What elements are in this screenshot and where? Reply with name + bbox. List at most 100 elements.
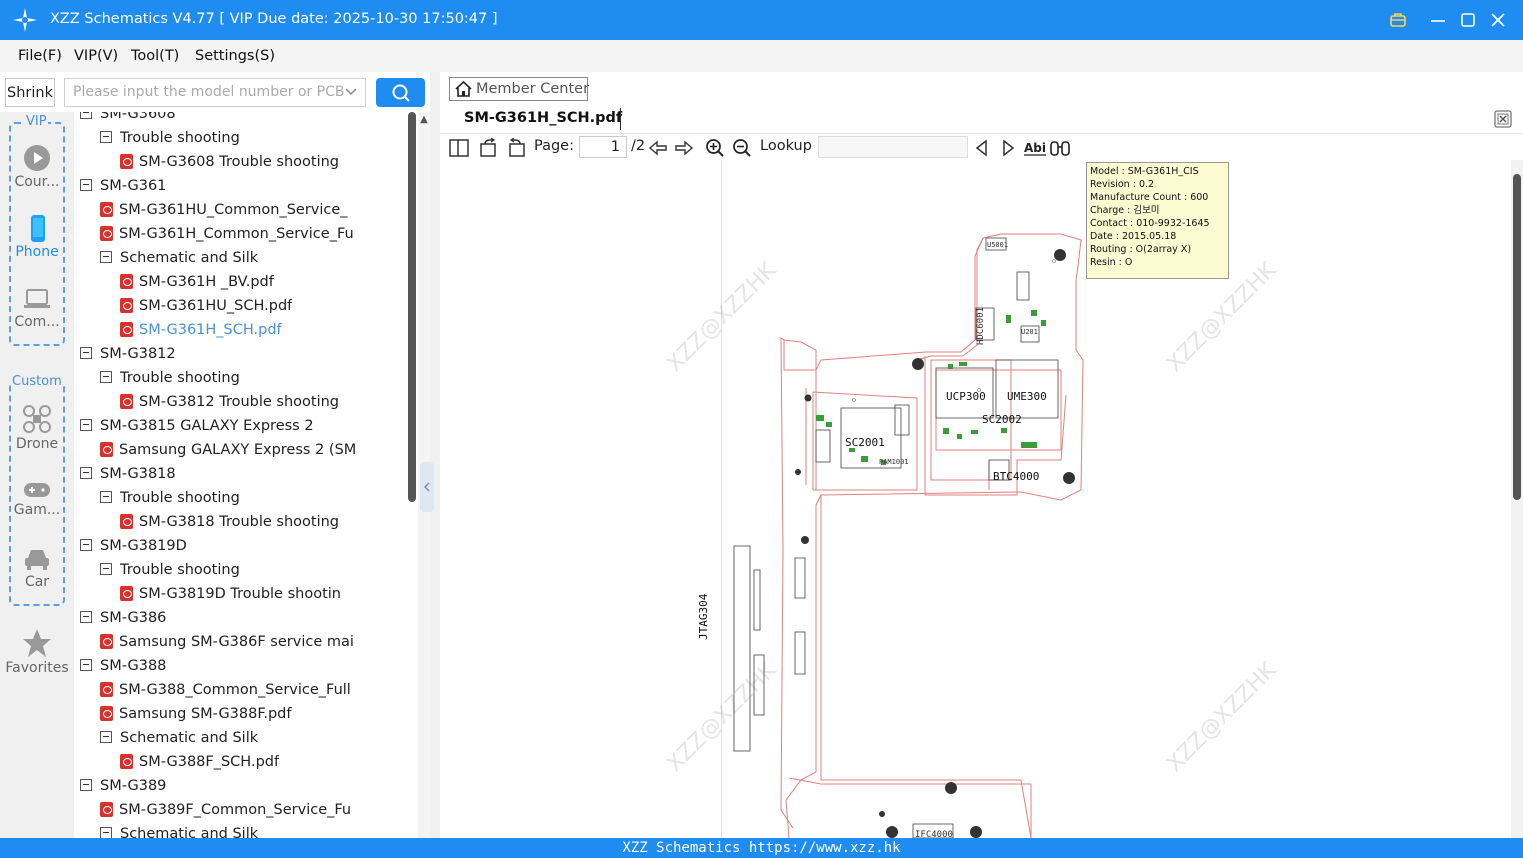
tree-file-item[interactable]: SM-G361H_Common_Service_Fu [100,224,354,244]
viewer-scrollbar-thumb[interactable] [1513,174,1521,500]
rail-item-game[interactable]: Gam... [0,480,74,518]
tree-folder-item[interactable]: SM-G3812 [80,344,176,364]
minimize-button[interactable] [1426,8,1450,32]
scroll-up-icon[interactable]: ▲ [418,114,430,126]
collapse-toggle-icon[interactable] [80,539,92,551]
collapse-toggle-icon[interactable] [80,112,92,119]
rail-item-car[interactable]: Car [0,546,74,590]
info-resin: Resin : O [1090,257,1133,268]
tree-file-item[interactable]: SM-G388_Common_Service_Full [100,680,351,700]
tree-file-item[interactable]: Samsung GALAXY Express 2 (SM [100,440,356,460]
collapse-toggle-icon[interactable] [80,179,92,191]
tree-file-item[interactable]: SM-G388F_SCH.pdf [120,752,279,772]
tree-folder-item[interactable]: Schematic and Silk [100,248,258,268]
close-tab-icon[interactable] [1494,110,1512,128]
prev-page-icon[interactable] [648,138,668,158]
tree-file-item[interactable]: SM-G3819D Trouble shootin [120,584,341,604]
tree-item-label: SM-G389F_Common_Service_Fu [119,802,352,818]
collapse-toggle-icon[interactable] [100,371,112,383]
tree-item-label: SM-G386 [100,610,167,626]
tree-file-item[interactable]: Samsung SM-G388F.pdf [100,704,292,724]
collapse-panel-handle[interactable] [420,462,434,512]
collapse-toggle-icon[interactable] [80,467,92,479]
menu-vip[interactable]: VIP(V) [74,48,118,64]
tree-file-item[interactable]: Samsung SM-G386F service mai [100,632,354,652]
next-page-icon[interactable] [674,138,694,158]
tree-file-item[interactable]: SM-G389F_Common_Service_Fu [100,800,351,820]
tree-file-item[interactable]: SM-G3608 Trouble shooting [120,152,339,172]
collapse-toggle-icon[interactable] [80,347,92,359]
panel-divider[interactable] [430,72,440,838]
tree-file-item[interactable]: SM-G3818 Trouble shooting [120,512,339,532]
chevron-left-icon [424,482,430,492]
pdf-file-icon [120,298,133,313]
status-bar: XZZ Schematics https://www.xzz.hk [0,838,1523,858]
tree-folder-item[interactable]: SM-G3608 [80,112,176,124]
tree-file-item[interactable]: SM-G361HU_Common_Service_ [100,200,348,220]
lookup-input[interactable] [818,136,968,158]
collapse-toggle-icon[interactable] [80,779,92,791]
zoom-out-icon[interactable] [732,138,752,158]
menu-tool[interactable]: Tool(T) [131,48,179,64]
collapse-toggle-icon[interactable] [80,611,92,623]
menu-settings[interactable]: Settings(S) [195,48,275,64]
close-button[interactable] [1486,8,1510,32]
tree-scrollbar-thumb[interactable] [408,112,416,502]
tab-document[interactable]: SM-G361H_SCH.pdf [454,108,632,128]
tree-folder-item[interactable]: Trouble shooting [100,560,240,580]
collapse-toggle-icon[interactable] [100,563,112,575]
tree-file-item[interactable]: SM-G361H _BV.pdf [120,272,274,292]
tree-file-item[interactable]: SM-G361HU_SCH.pdf [120,296,292,316]
match-case-icon[interactable]: Abi [1024,138,1046,158]
rail-item-favorites[interactable]: Favorites [0,628,74,676]
vip-badge-icon[interactable] [1386,8,1410,32]
pdf-file-icon [100,682,113,697]
collapse-toggle-icon[interactable] [100,731,112,743]
rail-item-label: Car [24,574,50,590]
rail-item-phone[interactable]: Phone [0,214,74,260]
tree-folder-item[interactable]: Schematic and Silk [100,728,258,748]
collapse-toggle-icon[interactable] [100,131,112,143]
binoculars-icon[interactable] [1050,138,1070,158]
rotate-right-icon[interactable] [506,138,526,158]
tree-file-item[interactable]: SM-G3812 Trouble shooting [120,392,339,412]
search-input[interactable]: Please input the model number or PCB [64,78,366,107]
tree-folder-item[interactable]: Trouble shooting [100,128,240,148]
member-center-button[interactable]: Member Center [449,77,589,101]
tree-folder-item[interactable]: SM-G3815 GALAXY Express 2 [80,416,314,436]
chevron-down-icon[interactable] [345,87,357,97]
sidebar-toggle-icon[interactable] [449,138,469,158]
find-next-icon[interactable] [998,138,1018,158]
tree-folder-item[interactable]: SM-G386 [80,608,166,628]
rail-item-courses[interactable]: Cour... [0,144,74,190]
tree-folder-item[interactable]: Schematic and Silk [100,824,258,838]
collapse-toggle-icon[interactable] [80,659,92,671]
zoom-in-icon[interactable] [705,138,725,158]
maximize-button[interactable] [1456,8,1480,32]
menu-file[interactable]: File(F) [18,48,62,64]
tree-folder-item[interactable]: SM-G389 [80,776,166,796]
rail-item-computer[interactable]: Com... [0,286,74,330]
tree-folder-item[interactable]: SM-G388 [80,656,166,676]
tree-file-item[interactable]: SM-G361H_SCH.pdf [120,320,282,340]
tree-folder-item[interactable]: SM-G3818 [80,464,176,484]
rail-item-label: Drone [15,436,59,452]
shrink-button[interactable]: Shrink [5,78,55,107]
page-number-input[interactable]: 1 [579,136,627,158]
info-date: Date : 2015.05.18 [1090,231,1177,242]
tree-folder-item[interactable]: Trouble shooting [100,368,240,388]
collapse-toggle-icon[interactable] [100,491,112,503]
rotate-left-icon[interactable] [479,138,499,158]
find-prev-icon[interactable] [972,138,992,158]
tree-folder-item[interactable]: Trouble shooting [100,488,240,508]
pcb-label-jtag304: JTAG304 [697,593,710,640]
lookup-label: Lookup [760,138,812,154]
rail-item-drone[interactable]: Drone [0,404,74,452]
tree-folder-item[interactable]: SM-G361 [80,176,166,196]
tree-folder-item[interactable]: SM-G3819D [80,536,187,556]
search-button[interactable] [376,78,425,107]
pcb-label-u5001: U5001 [987,241,1009,249]
collapse-toggle-icon[interactable] [80,419,92,431]
collapse-toggle-icon[interactable] [100,251,112,263]
collapse-toggle-icon[interactable] [100,827,112,838]
